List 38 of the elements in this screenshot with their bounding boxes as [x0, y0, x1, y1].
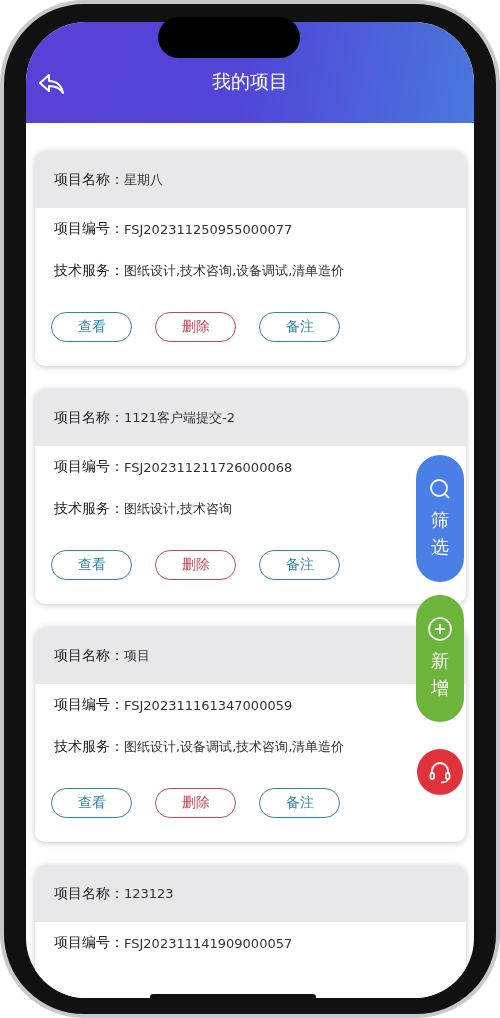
field-label: 项目名称： — [54, 884, 124, 903]
field-value: FSJ202311161347000059 — [124, 697, 293, 713]
field-label: 项目名称： — [54, 170, 124, 189]
field-value: FSJ202311141909000057 — [124, 935, 293, 951]
action-button[interactable]: 查看 — [51, 312, 132, 342]
field-label: 技术服务： — [54, 500, 124, 518]
action-button[interactable]: 删除 — [155, 788, 236, 818]
field-label: 项目名称： — [54, 408, 124, 427]
back-icon[interactable] — [38, 73, 66, 95]
action-button[interactable]: 备注 — [259, 788, 340, 818]
project-name: 1121客户端提交-2 — [124, 408, 236, 427]
action-button[interactable]: 查看 — [51, 788, 132, 818]
action-button[interactable]: 删除 — [155, 550, 236, 580]
field-label: 项目编号： — [54, 934, 124, 952]
plus-circle-icon — [427, 615, 453, 642]
action-button[interactable]: 删除 — [155, 312, 236, 342]
add-button[interactable]: 新增 — [416, 595, 464, 722]
field-label: 技术服务： — [54, 262, 124, 280]
field-value: 图纸设计,技术咨询,设备调试,清单造价 — [124, 262, 345, 280]
filter-button[interactable]: 筛选 — [416, 455, 464, 582]
headset-icon — [427, 759, 453, 785]
action-button[interactable]: 查看 — [51, 550, 132, 580]
page-title: 我的项目 — [212, 69, 288, 94]
action-button[interactable]: 备注 — [259, 550, 340, 580]
project-name: 项目 — [124, 646, 150, 665]
field-value: 图纸设计,技术咨询 — [124, 500, 233, 518]
field-value: FSJ202311250955000077 — [124, 221, 293, 237]
field-value: FSJ202311211726000068 — [124, 459, 293, 475]
action-button[interactable]: 备注 — [259, 312, 340, 342]
field-label: 技术服务： — [54, 738, 124, 756]
field-label: 项目编号： — [54, 696, 124, 714]
project-name: 星期八 — [124, 170, 163, 189]
field-label: 项目编号： — [54, 458, 124, 476]
project-name: 123123 — [124, 886, 174, 901]
field-value: 图纸设计,设备调试,技术咨询,清单造价 — [124, 738, 345, 756]
search-icon — [428, 476, 452, 501]
field-label: 项目名称： — [54, 646, 124, 665]
field-label: 项目编号： — [54, 220, 124, 238]
